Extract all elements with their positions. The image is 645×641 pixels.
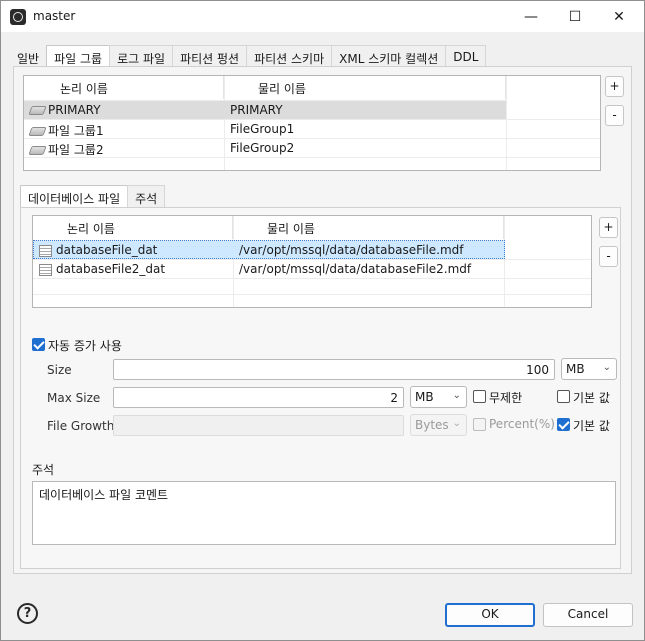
filegroup-icon <box>28 127 47 136</box>
table-row-empty <box>24 157 600 176</box>
max-size-unit-select[interactable]: MB ⌄ <box>410 386 467 408</box>
table-row[interactable]: databaseFile2_dat /var/opt/mssql/data/da… <box>33 259 591 278</box>
tab-ddl[interactable]: DDL <box>445 45 487 67</box>
table-row-empty <box>33 294 591 313</box>
app-icon <box>10 9 26 25</box>
database-files-table[interactable]: 논리 이름 물리 이름 databaseFile_dat /var/opt/ms… <box>32 215 592 308</box>
tab-xml-schema-collection[interactable]: XML 스키마 컬렉션 <box>331 45 447 67</box>
file-growth-input[interactable] <box>113 415 404 436</box>
main-tabs: 일반 파일 그룹 로그 파일 파티션 펑션 파티션 스키마 XML 스키마 컬렉… <box>9 45 487 68</box>
growth-default-checkbox[interactable] <box>557 418 570 431</box>
database-file-icon <box>39 263 52 276</box>
table-row[interactable]: PRIMARY PRIMARY <box>24 100 506 119</box>
filegroup-physical-name: PRIMARY <box>230 103 283 117</box>
filegroup-physical-name: FileGroup1 <box>230 122 295 136</box>
help-icon[interactable]: ? <box>17 603 38 624</box>
filegroup-physical-name: FileGroup2 <box>230 141 295 155</box>
size-input[interactable]: 100 <box>113 359 555 380</box>
size-label: Size <box>47 363 72 377</box>
subtab-database-files[interactable]: 데이터베이스 파일 <box>20 185 129 208</box>
dbfile-logical-name: databaseFile_dat <box>39 243 157 257</box>
table-row[interactable]: 파일 그룹1 FileGroup1 <box>24 119 600 138</box>
close-button[interactable]: ✕ <box>597 1 641 32</box>
tab-partition-function[interactable]: 파티션 펑션 <box>172 45 248 67</box>
max-size-input[interactable]: 2 <box>113 387 404 408</box>
max-size-default-label: 기본 값 <box>573 391 610 405</box>
maximize-button[interactable]: ☐ <box>553 1 597 32</box>
remove-dbfile-button[interactable]: - <box>599 246 618 267</box>
percent-checkbox[interactable] <box>473 418 486 431</box>
subtab-comment[interactable]: 주석 <box>127 185 166 207</box>
add-filegroup-button[interactable]: + <box>605 76 624 97</box>
database-files-panel: 논리 이름 물리 이름 databaseFile_dat /var/opt/ms… <box>20 207 621 569</box>
table-row[interactable]: 파일 그룹2 FileGroup2 <box>24 138 600 157</box>
dbfile-physical-name: /var/opt/mssql/data/databaseFile.mdf <box>239 243 464 257</box>
tab-logfiles[interactable]: 로그 파일 <box>109 45 174 67</box>
filegroups-table[interactable]: 논리 이름 물리 이름 PRIMARY PRIMARY 파일 그룹1 FileG… <box>23 75 601 171</box>
add-dbfile-button[interactable]: + <box>599 217 618 238</box>
filegroup-icon <box>28 106 47 115</box>
file-growth-label: File Growth <box>47 419 115 433</box>
filegroup-logical-name: PRIMARY <box>28 103 101 117</box>
table-row[interactable]: databaseFile_dat /var/opt/mssql/data/dat… <box>33 240 505 259</box>
max-size-label: Max Size <box>47 391 101 405</box>
chevron-down-icon: ⌄ <box>452 418 461 429</box>
unlimited-checkbox[interactable] <box>473 390 486 403</box>
cancel-button[interactable]: Cancel <box>543 603 633 627</box>
window-title: master <box>33 9 76 23</box>
dialog-window: master — ☐ ✕ 일반 파일 그룹 로그 파일 파티션 펑션 파티션 스… <box>0 0 645 641</box>
column-header-logical[interactable]: 논리 이름 <box>24 76 224 99</box>
database-file-icon <box>39 244 52 257</box>
percent-label: Percent(%) <box>489 417 555 431</box>
autogrow-checkbox[interactable] <box>32 338 45 351</box>
autogrow-label: 자동 증가 사용 <box>48 339 122 353</box>
sub-tabs: 데이터베이스 파일 주석 <box>20 185 166 208</box>
dbfile-physical-name: /var/opt/mssql/data/databaseFile2.mdf <box>239 262 472 276</box>
chevron-down-icon: ⌄ <box>452 390 461 401</box>
dbfile-logical-name: databaseFile2_dat <box>39 262 165 276</box>
chevron-down-icon: ⌄ <box>602 362 611 373</box>
filegroups-panel: 논리 이름 물리 이름 PRIMARY PRIMARY 파일 그룹1 FileG… <box>13 66 632 574</box>
comment-label: 주석 <box>32 463 55 477</box>
remove-filegroup-button[interactable]: - <box>605 105 624 126</box>
column-header-physical[interactable]: 물리 이름 <box>224 76 506 99</box>
comment-textarea[interactable]: 데이터베이스 파일 코멘트 <box>32 481 616 545</box>
file-growth-unit-select[interactable]: Bytes ⌄ <box>410 414 467 436</box>
column-header-physical[interactable]: 물리 이름 <box>233 216 504 239</box>
growth-default-label: 기본 값 <box>573 419 610 433</box>
column-header-logical[interactable]: 논리 이름 <box>33 216 233 239</box>
unlimited-label: 무제한 <box>489 391 523 405</box>
filegroup-icon <box>28 146 47 155</box>
size-unit-select[interactable]: MB ⌄ <box>561 358 617 380</box>
max-size-default-checkbox[interactable] <box>557 390 570 403</box>
tab-general[interactable]: 일반 <box>9 45 48 67</box>
filegroup-logical-name: 파일 그룹1 <box>28 122 104 139</box>
ok-button[interactable]: OK <box>445 603 535 627</box>
minimize-button[interactable]: — <box>509 1 553 32</box>
filegroup-logical-name: 파일 그룹2 <box>28 141 104 158</box>
title-bar: master — ☐ ✕ <box>1 1 644 32</box>
tab-filegroups[interactable]: 파일 그룹 <box>46 45 111 68</box>
tab-partition-scheme[interactable]: 파티션 스키마 <box>246 45 333 67</box>
